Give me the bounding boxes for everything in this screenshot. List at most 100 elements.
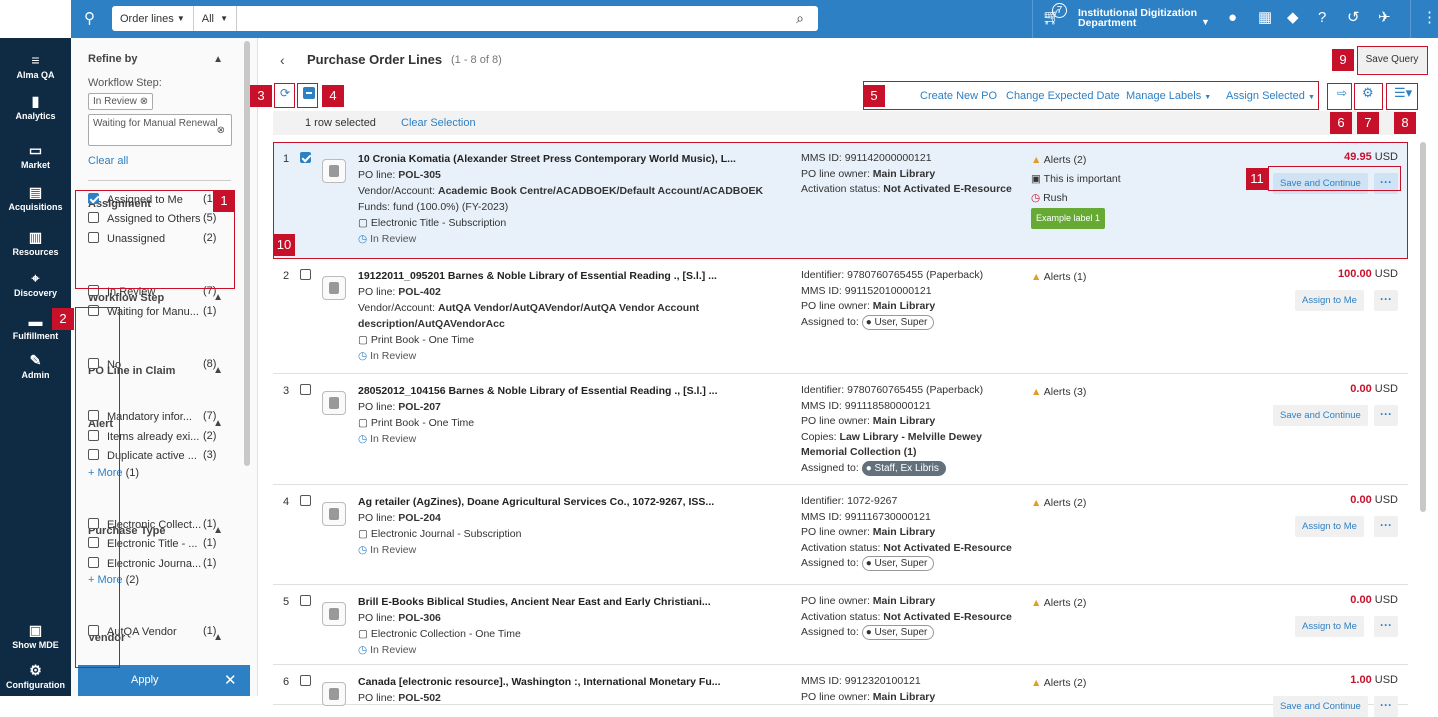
bar-chart-icon: ▮ xyxy=(31,93,40,109)
mde-icon: ▣ xyxy=(28,622,43,638)
nav-item-7[interactable]: ✎ Admin xyxy=(0,352,71,380)
row-action-button[interactable]: Save and Continue xyxy=(1273,405,1368,426)
row-action-button[interactable]: Assign to Me xyxy=(1295,516,1364,537)
chevron-down-icon[interactable]: ▼ xyxy=(1201,13,1210,31)
institution-switcher[interactable]: Institutional Digitization Department xyxy=(1078,8,1197,29)
plane-icon[interactable]: ✈ xyxy=(1378,9,1391,27)
record-thumbnail-icon xyxy=(322,602,346,626)
callout-label: 10 xyxy=(273,234,295,256)
clock-icon: ◷ xyxy=(358,433,368,445)
close-icon[interactable]: ✕ xyxy=(224,671,237,689)
result-count: (1 - 8 of 8) xyxy=(451,54,502,66)
table-row[interactable]: 6 Canada [electronic resource]., Washing… xyxy=(273,665,1408,717)
warning-icon: ▲ xyxy=(1031,597,1042,609)
po-line-title[interactable]: Ag retailer (AgZines), Doane Agricultura… xyxy=(358,494,778,510)
po-line-title[interactable]: Brill E-Books Biblical Studies, Ancient … xyxy=(358,594,778,610)
books-icon: ▥ xyxy=(28,229,43,245)
history-icon[interactable]: ↺ xyxy=(1347,9,1360,27)
clear-all-link[interactable]: Clear all xyxy=(88,155,128,167)
clear-selection-link[interactable]: Clear Selection xyxy=(401,117,476,129)
building-icon: ▤ xyxy=(28,184,43,200)
storefront-icon: ▭ xyxy=(28,142,43,158)
gear-icon: ⚙ xyxy=(29,662,42,678)
row-checkbox[interactable] xyxy=(300,495,311,506)
record-thumbnail-icon xyxy=(322,391,346,415)
po-line-title[interactable]: Canada [electronic resource]., Washingto… xyxy=(358,674,778,690)
warning-icon: ▲ xyxy=(1031,386,1042,398)
price: 0.00 USD xyxy=(1350,383,1398,395)
row-more-icon[interactable]: ··· xyxy=(1374,405,1398,426)
callout-label: 4 xyxy=(322,85,344,107)
workflow-step-label: Workflow Step: xyxy=(88,77,162,89)
star-lines-icon: ≡ xyxy=(31,52,40,68)
price: 0.00 USD xyxy=(1350,594,1398,606)
row-checkbox[interactable] xyxy=(300,384,311,395)
nav-item-1[interactable]: ▮ Analytics xyxy=(0,93,71,121)
assignee-pill[interactable]: ● User, Super xyxy=(861,625,935,640)
callout-label: 2 xyxy=(52,308,74,330)
kebab-menu-icon[interactable]: ⋮ xyxy=(1422,9,1437,27)
warning-icon: ▲ xyxy=(1031,497,1042,509)
nav-item-9[interactable]: ⚙ Configuration xyxy=(0,662,71,690)
search-scope-dropdown[interactable]: Order lines ▼ xyxy=(112,6,194,31)
assignee-pill[interactable]: ● User, Super xyxy=(861,314,935,330)
row-checkbox[interactable] xyxy=(300,595,311,606)
clipboard-icon[interactable]: ▦ xyxy=(1258,9,1272,27)
clock-icon: ◷ xyxy=(358,350,368,362)
assignee-pill[interactable]: ● User, Super xyxy=(861,556,935,571)
logo xyxy=(0,0,71,38)
remove-chip-icon[interactable]: ⊗ xyxy=(140,96,148,107)
format-icon: ▢ xyxy=(358,417,368,429)
search-icon[interactable]: ⌕ xyxy=(782,10,818,27)
main-navigation: ≡ Alma QA ▮ Analytics ▭ Market ▤ Acquisitions ▥ R… xyxy=(0,38,71,696)
search-input[interactable] xyxy=(237,7,783,30)
row-action-button[interactable]: Assign to Me xyxy=(1295,616,1364,637)
nav-item-0[interactable]: ≡ Alma QA xyxy=(0,52,71,80)
user-icon[interactable]: ● xyxy=(1228,9,1237,27)
nav-item-5[interactable]: ⌖ Discovery xyxy=(0,270,71,298)
po-line-title[interactable]: 19122011_095201 Barnes & Noble Library o… xyxy=(358,268,778,284)
megaphone-icon[interactable]: ◆ xyxy=(1287,9,1299,27)
nav-item-2[interactable]: ▭ Market xyxy=(0,142,71,170)
clock-icon: ◷ xyxy=(358,544,368,556)
row-checkbox[interactable] xyxy=(300,269,311,280)
main-scrollbar[interactable] xyxy=(1420,142,1426,512)
row-checkbox[interactable] xyxy=(300,675,311,686)
row-action-button[interactable]: Assign to Me xyxy=(1295,290,1364,311)
price: 0.00 USD xyxy=(1350,494,1398,506)
table-row[interactable]: 4 Ag retailer (AgZines), Doane Agricultu… xyxy=(273,485,1408,585)
filter-chip-in-review[interactable]: In Review ⊗ xyxy=(88,93,154,110)
wrench-icon: ✎ xyxy=(29,352,42,368)
row-action-button[interactable]: Save and Continue xyxy=(1273,696,1368,717)
warning-icon: ▲ xyxy=(1031,677,1042,689)
table-row[interactable]: 3 28052012_104156 Barnes & Noble Library… xyxy=(273,374,1408,485)
help-icon[interactable]: ? xyxy=(1318,9,1326,27)
search-bar: Order lines ▼ All ▼ ⌕ xyxy=(112,6,818,31)
assignee-pill[interactable]: ● Staff, Ex Libris xyxy=(861,460,946,476)
row-more-icon[interactable]: ··· xyxy=(1374,290,1398,311)
record-thumbnail-icon xyxy=(322,276,346,300)
row-more-icon[interactable]: ··· xyxy=(1374,516,1398,537)
persistent-search-icon[interactable]: ⚲ xyxy=(84,10,95,28)
row-more-icon[interactable]: ··· xyxy=(1374,616,1398,637)
row-more-icon[interactable]: ··· xyxy=(1374,696,1398,717)
search-filter-dropdown[interactable]: All ▼ xyxy=(194,6,238,31)
format-icon: ▢ xyxy=(358,528,368,540)
apply-button[interactable]: Apply ✕ xyxy=(78,665,250,696)
callout-label: 5 xyxy=(863,85,885,107)
warning-icon: ▲ xyxy=(1031,271,1042,283)
format-icon: ▢ xyxy=(358,334,368,346)
back-arrow-icon[interactable]: ‹ xyxy=(280,52,285,68)
nav-item-3[interactable]: ▤ Acquisitions xyxy=(0,184,71,212)
refine-title: Refine by xyxy=(88,53,138,65)
po-line-title[interactable]: 28052012_104156 Barnes & Noble Library o… xyxy=(358,383,778,399)
nav-item-4[interactable]: ▥ Resources xyxy=(0,229,71,257)
nav-item-8[interactable]: ▣ Show MDE xyxy=(0,622,71,650)
table-row[interactable]: 5 Brill E-Books Biblical Studies, Ancien… xyxy=(273,585,1408,665)
remove-chip-icon[interactable]: ⊗ xyxy=(217,124,225,138)
filter-chip-waiting[interactable]: Waiting for Manual Renewal ⊗ xyxy=(88,114,232,146)
user-icon: ● xyxy=(865,558,872,569)
table-row[interactable]: 2 19122011_095201 Barnes & Noble Library… xyxy=(273,259,1408,374)
chevron-up-icon[interactable]: ▲ xyxy=(213,54,223,65)
record-thumbnail-icon xyxy=(322,502,346,526)
